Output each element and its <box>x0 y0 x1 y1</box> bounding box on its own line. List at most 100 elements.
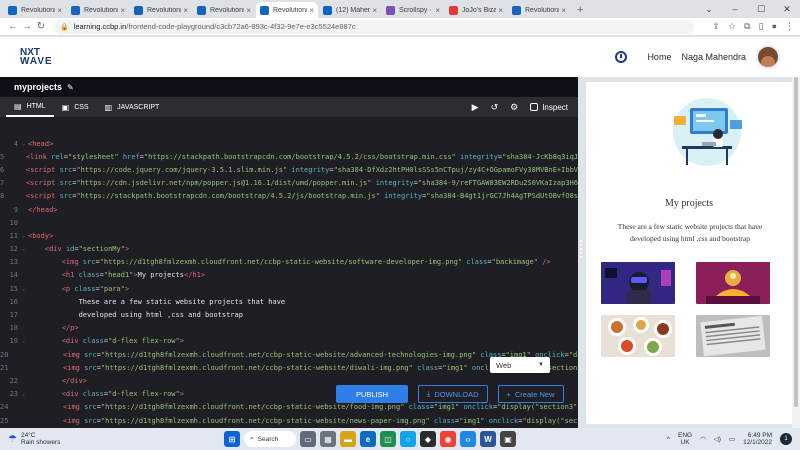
terminal-icon[interactable]: ▣ <box>500 431 516 447</box>
code-line[interactable]: 15 ⌄ <p class="para"> <box>0 282 578 295</box>
sidepanel-icon[interactable]: ▯ <box>759 21 764 32</box>
new-tab-button[interactable]: + <box>571 4 589 18</box>
chevron-up-icon[interactable]: ^ <box>667 436 670 443</box>
windows-start-icon[interactable]: ⊞ <box>224 431 240 447</box>
browser-tab[interactable]: Revolutionize× <box>4 2 66 18</box>
minimize-icon[interactable]: – <box>722 4 748 14</box>
code-line[interactable]: 16 These are a few static website projec… <box>0 295 578 308</box>
tab-javascript[interactable]: ▥ JAVASCRIPT <box>97 97 168 117</box>
run-icon[interactable]: ▶ <box>472 102 479 113</box>
advanced-technologies-image[interactable] <box>601 262 675 304</box>
tab-css[interactable]: ▣ CSS <box>54 97 97 117</box>
browser-tab[interactable]: Revolutionize× <box>508 2 570 18</box>
code-line[interactable]: 13 <img src="https://d1tgh8fmlzexmh.clou… <box>0 256 578 269</box>
menu-icon[interactable]: ⋮ <box>785 21 794 32</box>
wifi-icon[interactable]: ◠ <box>700 435 706 443</box>
star-icon[interactable]: ☆ <box>728 21 736 32</box>
inspect-checkbox[interactable] <box>530 103 539 111</box>
gear-icon[interactable]: ⚙ <box>510 102 518 113</box>
code-line[interactable]: 10 <box>0 216 578 229</box>
timer-icon[interactable] <box>615 51 628 63</box>
avatar[interactable] <box>756 45 780 69</box>
forward-icon[interactable]: → <box>20 21 34 32</box>
taskbar-clock[interactable]: 6:49 PM 12/1/2022 <box>743 432 772 446</box>
code-line[interactable]: 12 ⌄ <div id="sectionMy"> <box>0 243 578 256</box>
browser-tab[interactable]: Revolutionize× <box>256 2 318 18</box>
url-input[interactable]: 🔒 learning.ccbp.in/frontend-code-playgro… <box>54 19 694 34</box>
code-line[interactable]: 17 developed using html ,css and bootstr… <box>0 308 578 321</box>
nxtwave-logo[interactable]: NXT WAVE <box>20 48 53 67</box>
publish-button[interactable]: PUBLISH <box>336 385 408 403</box>
store-icon[interactable]: ◫ <box>380 431 396 447</box>
extensions-icon[interactable]: ⧉ <box>744 21 750 32</box>
browser-tab[interactable]: (12) Mahendr× <box>319 2 381 18</box>
code-editor[interactable]: 4 ⌄ <head> 5 <link rel="stylesheet" href="h… <box>0 117 578 428</box>
create-new-button[interactable]: + Create New <box>497 385 564 403</box>
notification-badge[interactable]: 1 <box>780 433 792 445</box>
code-line[interactable]: 19 ⌄ <div class="d-flex flex-row"> <box>0 335 578 348</box>
code-text: <div class="d-flex flex-row"> <box>61 337 184 346</box>
home-link[interactable]: Home <box>647 52 671 62</box>
reload-icon[interactable]: ↻ <box>34 21 48 32</box>
volume-icon[interactable]: ◁) <box>714 435 721 443</box>
chrome-icon[interactable]: ◉ <box>440 431 456 447</box>
browser-tab[interactable]: Revolutionize× <box>67 2 129 18</box>
page-scrollbar[interactable] <box>792 77 800 428</box>
taskbar-search[interactable]: ⌕ Search <box>244 431 296 447</box>
edge-icon[interactable]: e <box>360 431 376 447</box>
close-icon[interactable]: × <box>57 6 62 15</box>
inspect-toggle[interactable]: Inspect <box>530 103 568 112</box>
code-line[interactable]: 18 </p> <box>0 322 578 335</box>
profile-icon[interactable]: ● <box>772 21 777 32</box>
scrollbar-thumb[interactable] <box>794 77 798 407</box>
language-indicator[interactable]: ENG UK <box>678 432 692 446</box>
task-view-icon[interactable]: ▭ <box>300 431 316 447</box>
code-text: <script src="https://stackpath.bootstrap… <box>25 192 578 201</box>
food-image[interactable] <box>601 315 675 357</box>
newspaper-image[interactable] <box>696 315 770 357</box>
reset-icon[interactable]: ↺ <box>491 102 499 113</box>
back-icon[interactable]: ← <box>6 21 20 32</box>
chevron-down-icon[interactable]: ⌄ <box>696 4 722 15</box>
code-line[interactable]: 11 ⌄ <body> <box>0 229 578 242</box>
close-icon[interactable]: × <box>246 6 251 15</box>
diwali-image[interactable] <box>696 262 770 304</box>
close-icon[interactable]: × <box>372 6 377 15</box>
close-icon[interactable]: × <box>309 6 314 15</box>
resize-handle[interactable] <box>578 240 584 260</box>
app-icon[interactable]: ◆ <box>420 431 436 447</box>
code-line[interactable]: 7 <script src="https://cdn.jsdelivr.net/… <box>0 177 578 190</box>
cortana-icon[interactable]: ○ <box>400 431 416 447</box>
close-icon[interactable]: × <box>561 6 566 15</box>
close-icon[interactable]: × <box>435 6 440 15</box>
pencil-icon[interactable]: ✎ <box>67 83 74 92</box>
close-icon[interactable]: ✕ <box>774 4 800 15</box>
browser-tab[interactable]: Scrollspy · Boo× <box>382 2 444 18</box>
weather-widget[interactable]: ☂ 24°C Rain showers <box>8 432 60 446</box>
code-line[interactable]: 14 <h1 class="head1">My projects</h1> <box>0 269 578 282</box>
close-icon[interactable]: × <box>120 6 125 15</box>
code-line[interactable]: 9 </head> <box>0 203 578 216</box>
vscode-icon[interactable]: ‹› <box>460 431 476 447</box>
code-line[interactable]: 5 <link rel="stylesheet" href="https://s… <box>0 150 578 163</box>
download-button[interactable]: ⤓ DOWNLOAD <box>418 385 488 403</box>
widgets-icon[interactable]: ▦ <box>320 431 336 447</box>
battery-icon[interactable]: ▭ <box>729 435 735 443</box>
code-line[interactable]: 25 <img src="https://d1tgh8fmlzexmh.clou… <box>0 414 578 427</box>
close-icon[interactable]: × <box>183 6 188 15</box>
code-line[interactable]: 4 ⌄ <head> <box>0 137 578 150</box>
user-name[interactable]: Naga Mahendra <box>681 52 746 62</box>
preview-mode-select[interactable]: Web ▼ <box>490 357 550 373</box>
tab-html[interactable]: ▤ HTML <box>6 97 54 117</box>
project-name[interactable]: myprojects <box>14 82 62 92</box>
close-icon[interactable]: × <box>498 6 503 15</box>
file-explorer-icon[interactable]: ▬ <box>340 431 356 447</box>
share-icon[interactable]: ⇪ <box>713 21 721 32</box>
browser-tab[interactable]: Revolutionize× <box>130 2 192 18</box>
browser-tab[interactable]: Revolutionize× <box>193 2 255 18</box>
code-line[interactable]: 8 <script src="https://stackpath.bootstr… <box>0 190 578 203</box>
maximize-icon[interactable]: ☐ <box>748 4 774 15</box>
word-icon[interactable]: W <box>480 431 496 447</box>
browser-tab[interactable]: JoJo's Bizarre× <box>445 2 507 18</box>
code-line[interactable]: 6 <script src="https://code.jquery.com/j… <box>0 163 578 176</box>
